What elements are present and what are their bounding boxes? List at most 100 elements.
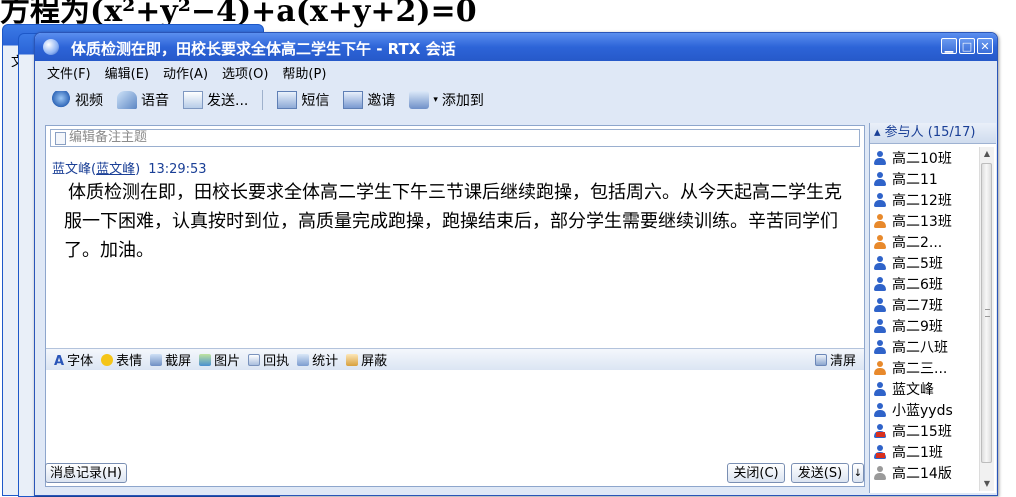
clear-screen-button[interactable]: 清屏 — [814, 350, 856, 369]
subject-input[interactable]: 编辑备注主题 — [50, 129, 860, 147]
user-icon — [874, 234, 886, 249]
send-file-icon — [183, 91, 203, 109]
format-bar: A 字体 表情 截屏 图片 回执 统计 屏蔽 清屏 — [46, 348, 864, 371]
participant-name: 高二9班 — [892, 318, 943, 335]
user-icon — [874, 255, 886, 270]
participants-panel: ▴ 参与人 (15/17) 高二10班 高二11 高二12班 高二13班 高二2... 高… — [869, 123, 996, 493]
participant-name: 高二1班 — [892, 444, 943, 461]
video-button[interactable]: 视频 — [51, 90, 103, 110]
user-icon — [874, 297, 886, 312]
mobile-user-icon — [874, 444, 886, 459]
screenshot-button[interactable]: 截屏 — [150, 350, 191, 369]
close-window-button[interactable]: ✕ — [977, 38, 993, 54]
rtx-app-icon — [43, 39, 59, 55]
menu-action[interactable]: 动作(A) — [163, 63, 208, 83]
receipt-button[interactable]: 回执 — [248, 350, 289, 369]
block-button[interactable]: 屏蔽 — [346, 350, 387, 369]
participant-item[interactable]: 高二14版 — [870, 462, 980, 483]
participant-name: 高二10班 — [892, 150, 952, 167]
participant-item[interactable]: 高二11 — [870, 168, 980, 189]
user-icon — [874, 318, 886, 333]
menu-file[interactable]: 文件(F) — [47, 63, 91, 83]
sms-button[interactable]: 短信 — [277, 90, 329, 110]
participant-item[interactable]: 高二13班 — [870, 210, 980, 231]
message-header: 蓝文峰(蓝文峰) 13:29:53 — [52, 162, 207, 177]
participant-name: 蓝文峰 — [892, 381, 934, 398]
invite-button[interactable]: 邀请 — [343, 90, 395, 110]
voice-button[interactable]: 语音 — [117, 90, 169, 110]
participant-item[interactable]: 蓝文峰 — [870, 378, 980, 399]
scroll-up-icon[interactable]: ▲ — [980, 147, 994, 161]
participant-name: 高二12班 — [892, 192, 952, 209]
close-button[interactable]: 关闭(C) — [727, 463, 785, 483]
participant-name: 高二八班 — [892, 339, 948, 356]
participant-item[interactable]: 小蓝yyds — [870, 399, 980, 420]
screenshot-icon — [150, 353, 163, 366]
window-controls: ▁ □ ✕ — [941, 38, 993, 54]
participant-item[interactable]: 高二7班 — [870, 294, 980, 315]
send-file-button[interactable]: 发送... — [183, 90, 248, 110]
participant-item[interactable]: 高二15班 — [870, 420, 980, 441]
participant-item[interactable]: 高二12班 — [870, 189, 980, 210]
stats-icon — [297, 353, 310, 366]
participant-item[interactable]: 高二2... — [870, 231, 980, 252]
user-icon — [874, 213, 886, 228]
user-icon — [874, 360, 886, 375]
message-input[interactable] — [46, 370, 864, 450]
toolbar-separator — [262, 90, 264, 110]
participant-item[interactable]: 高二10班 — [870, 147, 980, 168]
message-sender-link[interactable]: 蓝文峰 — [96, 162, 135, 177]
maximize-button[interactable]: □ — [959, 38, 975, 54]
participant-item[interactable]: 高二1班 — [870, 441, 980, 462]
stats-button[interactable]: 统计 — [297, 350, 338, 369]
send-options-button[interactable]: ↓ — [852, 463, 864, 483]
video-label: 视频 — [75, 93, 103, 109]
sms-label: 短信 — [301, 93, 330, 109]
message-text: 体质检测在即，田校长要求全体高二学生下午三节课后继续跑操，包括周六。从今天起高二… — [64, 182, 842, 261]
grip-icon — [985, 309, 990, 317]
message-history-button[interactable]: 消息记录(H) — [45, 463, 127, 483]
participant-name: 高二2... — [892, 234, 943, 251]
participant-item[interactable]: 高二9班 — [870, 315, 980, 336]
subject-placeholder: 编辑备注主题 — [69, 130, 148, 145]
send-file-label: 发送... — [207, 93, 249, 109]
participant-item[interactable]: 高二6班 — [870, 273, 980, 294]
participants-list: 高二10班 高二11 高二12班高二13班高二2... 高二5班 高二6班 高二7班高二9… — [870, 147, 980, 483]
receipt-label: 回执 — [263, 354, 290, 369]
menu-edit[interactable]: 编辑(E) — [105, 63, 149, 83]
menu-help[interactable]: 帮助(P) — [282, 63, 326, 83]
picture-button[interactable]: 图片 — [199, 350, 240, 369]
participant-name: 高二13班 — [892, 213, 952, 230]
sms-icon — [277, 91, 298, 109]
participant-item[interactable]: 高二八班 — [870, 336, 980, 357]
user-icon — [874, 276, 886, 291]
add-to-button[interactable]: ▾ 添加到 — [409, 90, 484, 110]
emoji-button[interactable]: 表情 — [101, 350, 142, 369]
title-bar[interactable]: 体质检测在即，田校长要求全体高二学生下午 - RTX 会话 ▁ □ ✕ — [35, 33, 997, 61]
participant-name: 高二14版 — [892, 465, 952, 482]
font-button[interactable]: A 字体 — [54, 350, 94, 370]
participants-header[interactable]: ▴ 参与人 (15/17) — [870, 123, 996, 144]
scrollbar-thumb[interactable] — [981, 163, 992, 463]
menu-options[interactable]: 选项(O) — [222, 63, 268, 83]
add-to-label: 添加到 — [441, 93, 484, 109]
send-button[interactable]: 发送(S) — [791, 463, 849, 483]
menu-bar: 文件(F) 编辑(E) 动作(A) 选项(O) 帮助(P) — [47, 63, 326, 83]
collapse-triangle-icon: ▴ — [874, 125, 881, 140]
user-icon — [874, 402, 886, 417]
participant-item[interactable]: 高二三... — [870, 357, 980, 378]
invite-icon — [343, 91, 364, 109]
receipt-icon — [248, 353, 261, 366]
font-icon: A — [54, 353, 65, 369]
picture-label: 图片 — [214, 354, 241, 369]
participant-name: 高二15班 — [892, 423, 952, 440]
font-label: 字体 — [67, 354, 94, 369]
invite-label: 邀请 — [367, 93, 396, 109]
scroll-down-icon[interactable]: ▼ — [980, 477, 994, 491]
message-sender: 蓝文峰 — [52, 162, 92, 177]
participants-scrollbar[interactable]: ▲ ▼ — [979, 147, 994, 491]
video-camera-icon — [51, 91, 71, 109]
block-icon — [346, 353, 359, 366]
minimize-button[interactable]: ▁ — [941, 38, 957, 54]
participant-item[interactable]: 高二5班 — [870, 252, 980, 273]
